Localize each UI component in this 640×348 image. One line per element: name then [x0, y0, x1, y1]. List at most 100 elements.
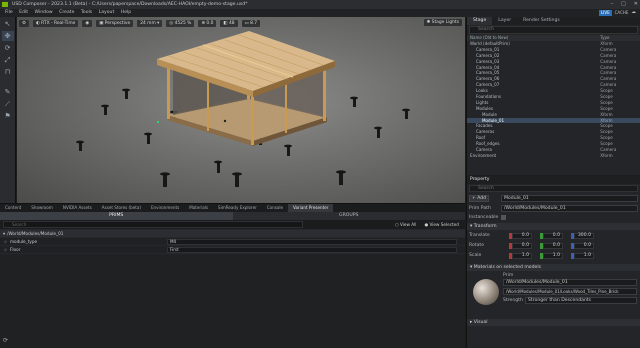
instanceable-checkbox[interactable] — [501, 214, 506, 220]
tab-prims[interactable]: PRIMS — [0, 212, 233, 220]
paint-icon[interactable]: ✎ — [2, 87, 14, 97]
bottom-tab[interactable]: Content — [0, 204, 26, 212]
stage-row-type: Xform — [600, 152, 613, 158]
cloud-icon[interactable]: ☁ — [631, 9, 636, 17]
title-bar: USD Composer - 2023.1.1 (Beta) - C:/User… — [0, 0, 640, 9]
view-selected-label: View Selected — [429, 222, 459, 227]
close-icon[interactable]: ✕ — [634, 1, 638, 7]
translate-value-x[interactable]: 0.0 — [512, 232, 532, 239]
rotate-value-y[interactable]: 0.0 — [543, 242, 563, 249]
menu-file[interactable]: File — [5, 10, 13, 15]
bottom-tab[interactable]: Asset Stores (beta) — [97, 204, 146, 212]
stage-tree: World (defaultPrim) Xform Camera_01 Camera C… — [467, 41, 640, 159]
rotate-value-z[interactable]: 0.0 — [574, 242, 594, 249]
prim-name-field[interactable]: Module_01 — [501, 195, 638, 202]
rotate-value-x[interactable]: 0.0 — [512, 242, 532, 249]
variant-row: ⬦ module_type M4 — [0, 238, 465, 246]
property-search-input[interactable]: Search — [469, 185, 638, 192]
menu-layout[interactable]: Layout — [99, 10, 115, 15]
visual-section[interactable]: ▸ Visual — [467, 319, 640, 326]
field-a[interactable]: ⊕ 0.0 — [198, 19, 217, 27]
strength-dropdown[interactable]: Stronger than Descendants — [525, 297, 637, 304]
render-mode-label: RTX - Real-Time — [41, 20, 76, 26]
scale-value-x[interactable]: 1.0 — [512, 252, 532, 259]
snap-icon[interactable]: ⊓ — [2, 67, 14, 77]
rotate-icon[interactable]: ⟳ — [2, 43, 14, 53]
menu-create[interactable]: Create — [59, 10, 74, 15]
measure-icon[interactable]: ⟋ — [2, 99, 14, 109]
stage-row[interactable]: Environment Xform — [467, 153, 640, 159]
materials-section[interactable]: ▾ Materials on selected models — [467, 264, 640, 271]
variant-row: ⬦ Floor First — [0, 246, 465, 254]
menu-help[interactable]: Help — [121, 10, 131, 15]
tab-property[interactable]: Property — [467, 176, 640, 184]
instanceable-label: Instanceable — [469, 214, 499, 220]
variant-name: Floor — [9, 247, 21, 252]
variant-section-label: /World/Modules/Module_01 — [7, 231, 64, 236]
bottom-tab[interactable]: Variant Presenter — [288, 204, 334, 212]
view-all-label: View All — [400, 222, 417, 227]
bottom-panel: Content Showroom NVIDIA Assets Asset Stores… — [0, 203, 465, 348]
select-icon[interactable]: ↖ — [2, 19, 14, 29]
tab-groups[interactable]: GROUPS — [233, 212, 466, 220]
settings-button[interactable]: ⚙ — [19, 19, 29, 27]
bottom-tab[interactable]: NVIDIA Assets — [58, 204, 97, 212]
camera-dropdown[interactable]: ▣ Perspective — [96, 19, 134, 27]
tab-stage[interactable]: Stage — [467, 17, 493, 25]
cache-label[interactable]: CACHE — [615, 9, 629, 17]
viewport[interactable]: ⚙ ◐ RTX - Real-Time ◉ ▣ Perspective 24 m… — [17, 17, 465, 203]
translate-value-y[interactable]: 0.0 — [543, 232, 563, 239]
variant-value-dropdown[interactable]: M4 — [166, 238, 457, 245]
bottom-tab[interactable]: Console — [262, 204, 288, 212]
material-prim-field[interactable]: /World/Modules/Module_01 — [503, 279, 637, 286]
maximize-icon[interactable]: □ — [621, 1, 626, 7]
eye-button[interactable]: ◉ — [82, 19, 93, 27]
field-b-label: 48 — [228, 20, 235, 26]
minimize-icon[interactable]: – — [611, 1, 614, 7]
app-icon — [2, 2, 8, 7]
menu-edit[interactable]: Edit — [19, 10, 28, 15]
live-button[interactable]: LIVE — [598, 10, 612, 16]
field-b[interactable]: ◧ 48 — [220, 19, 238, 27]
bottom-tab[interactable]: Environments — [146, 204, 184, 212]
material-preview — [473, 279, 499, 305]
menu-tools[interactable]: Tools — [81, 10, 92, 15]
refresh-icon[interactable]: ⟳ — [3, 337, 8, 344]
material-path-field[interactable]: /World/Modules/Module_01/Looks/Wood_Tile… — [503, 288, 637, 295]
field-a-label: 0.0 — [206, 20, 214, 26]
menu-bar: File Edit Window Create Tools Layout Hel… — [0, 9, 640, 17]
stage-search-input[interactable]: Search — [469, 26, 638, 34]
focal-field[interactable]: 24 mm ▾ — [137, 19, 163, 27]
stage-row-name: Environment — [470, 152, 497, 158]
move-icon[interactable]: ✥ — [1, 31, 14, 41]
stage-lights-button[interactable]: ✺ Stage Lights — [423, 19, 462, 26]
scale-value-y[interactable]: 1.0 — [543, 252, 563, 259]
resolution-field[interactable]: ◎ 4525 % — [166, 19, 195, 27]
waypoint-icon[interactable]: ⚑ — [2, 111, 14, 121]
scale-row: Scale 1.0 1.0 1.0 — [469, 251, 638, 260]
bottom-tab[interactable]: Materials — [184, 204, 213, 212]
prim-path-field[interactable]: /World/Modules/Module_01 — [501, 204, 638, 212]
transform-label: Transform — [473, 224, 497, 229]
bottom-tab[interactable]: Showroom — [26, 204, 58, 212]
scale-value-z[interactable]: 1.0 — [574, 252, 594, 259]
menu-window[interactable]: Window — [35, 10, 53, 15]
transform-section[interactable]: ▾ Transform — [467, 223, 640, 230]
bottom-tab[interactable]: SimReady Explorer — [213, 204, 262, 212]
tab-layer[interactable]: Layer — [492, 17, 517, 25]
field-c[interactable]: ▭ 8.7 — [241, 19, 261, 27]
variant-value-dropdown[interactable]: First — [166, 246, 457, 253]
rotate-label: Rotate — [469, 243, 485, 248]
translate-value-z[interactable]: 300.0 — [574, 232, 594, 239]
tab-render-settings[interactable]: Render Settings — [517, 17, 566, 25]
stage-tabs: Stage Layer Render Settings — [467, 17, 640, 25]
scale-icon[interactable]: ⤢ — [2, 55, 14, 65]
variant-section-header[interactable]: ▾ /World/Modules/Module_01 — [0, 230, 465, 238]
translate-label: Translate — [469, 233, 490, 238]
variant-filter-input[interactable]: Search — [3, 221, 303, 228]
strength-label: Strength — [503, 298, 523, 303]
view-all-toggle[interactable]: ○ View All — [395, 222, 416, 227]
view-selected-toggle[interactable]: ● View Selected — [424, 222, 458, 227]
add-button[interactable]: + Add — [469, 195, 489, 202]
render-mode-dropdown[interactable]: ◐ RTX - Real-Time — [32, 19, 79, 27]
